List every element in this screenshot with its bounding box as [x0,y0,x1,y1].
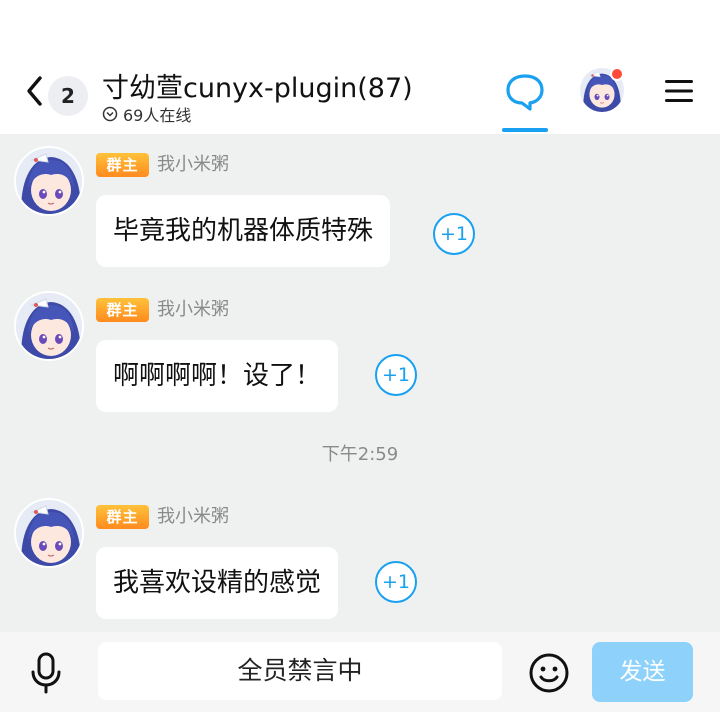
message-item: 群主 我小米粥 我喜欢设精的感觉 +1 [0,490,720,619]
unread-count-badge: 2 [48,76,88,116]
role-badge-owner: 群主 [96,298,149,322]
tab-chat[interactable] [500,70,550,132]
back-chevron-icon [27,76,42,106]
chat-bubble-icon [506,74,544,111]
sender-avatar[interactable] [14,498,84,568]
online-status[interactable]: 69人在线 [102,102,191,126]
sender-name[interactable]: 我小米粥 [157,298,229,322]
online-status-icon [102,106,118,122]
send-button[interactable]: 发送 [592,642,693,702]
plus-one-button[interactable]: +1 [433,213,475,255]
message-bubble[interactable]: 啊啊啊啊！设了！ [96,340,339,412]
sender-avatar[interactable] [14,146,84,216]
message-item: 群主 我小米粥 毕竟我的机器体质特殊 +1 [0,138,720,267]
back-button[interactable]: 2 [18,70,98,116]
menu-button[interactable] [664,78,694,104]
microphone-icon [31,652,61,694]
sender-avatar[interactable] [14,291,84,361]
emoji-button[interactable] [528,652,570,694]
input-bar: 全员禁言中 发送 [0,632,720,712]
message-bubble[interactable]: 毕竟我的机器体质特殊 [96,195,391,267]
role-badge-owner: 群主 [96,153,149,177]
sender-name[interactable]: 我小米粥 [157,153,229,177]
plus-one-button[interactable]: +1 [375,354,417,396]
time-separator: 下午2:59 [321,444,399,465]
voice-button[interactable] [28,652,64,694]
message-list[interactable]: 群主 我小米粥 毕竟我的机器体质特殊 +1 群主 我小米粥 啊啊啊啊！设了！ +… [0,134,720,632]
notification-dot [610,67,624,81]
chat-header: 2 寸幼萱cunyx-plugin(87) 69人在线 [0,52,720,134]
group-name: 寸幼萱cunyx-plugin(87) [102,73,413,104]
message-item: 群主 我小米粥 啊啊啊啊！设了！ +1 [0,283,720,412]
message-input-muted[interactable]: 全员禁言中 [98,642,502,700]
plus-one-button[interactable]: +1 [375,561,417,603]
active-tab-indicator [502,128,548,132]
message-bubble[interactable]: 我喜欢设精的感觉 [96,547,339,619]
hamburger-menu-icon [665,80,693,102]
sender-name[interactable]: 我小米粥 [157,505,229,529]
emoji-smiley-icon [529,653,569,693]
online-count-label: 69人在线 [123,106,192,125]
role-badge-owner: 群主 [96,505,149,529]
